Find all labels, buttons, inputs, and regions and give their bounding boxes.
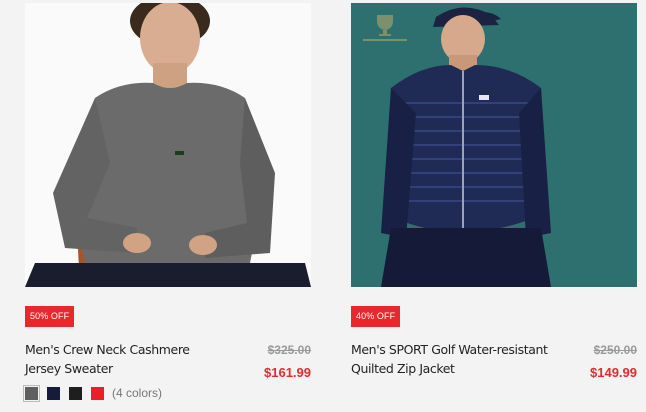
color-swatches: (4 colors) bbox=[23, 384, 163, 402]
sale-price: $149.99 bbox=[590, 365, 637, 380]
color-swatch[interactable] bbox=[23, 384, 40, 402]
original-price: $250.00 bbox=[593, 343, 637, 357]
product-image[interactable] bbox=[351, 3, 637, 287]
color-swatch[interactable] bbox=[47, 386, 60, 400]
color-swatch[interactable] bbox=[69, 386, 82, 400]
product-name[interactable]: Men's Crew Neck Cashmere Jersey Sweater bbox=[25, 340, 225, 378]
model-jacket-image bbox=[351, 3, 637, 287]
product-card[interactable]: 50% OFF Men's Crew Neck Cashmere Jersey … bbox=[23, 0, 311, 412]
product-image[interactable] bbox=[25, 3, 311, 287]
model-sweater-image bbox=[25, 3, 311, 287]
color-swatch[interactable] bbox=[91, 386, 104, 400]
colors-count: (4 colors) bbox=[112, 386, 163, 400]
original-price: $325.00 bbox=[267, 343, 311, 357]
product-name[interactable]: Men's SPORT Golf Water-resistant Quilted… bbox=[351, 340, 551, 378]
sale-price: $161.99 bbox=[264, 365, 311, 380]
product-card[interactable]: 40% OFF Men's SPORT Golf Water-resistant… bbox=[351, 0, 637, 412]
discount-badge: 40% OFF bbox=[351, 306, 401, 327]
discount-badge: 50% OFF bbox=[25, 306, 75, 327]
